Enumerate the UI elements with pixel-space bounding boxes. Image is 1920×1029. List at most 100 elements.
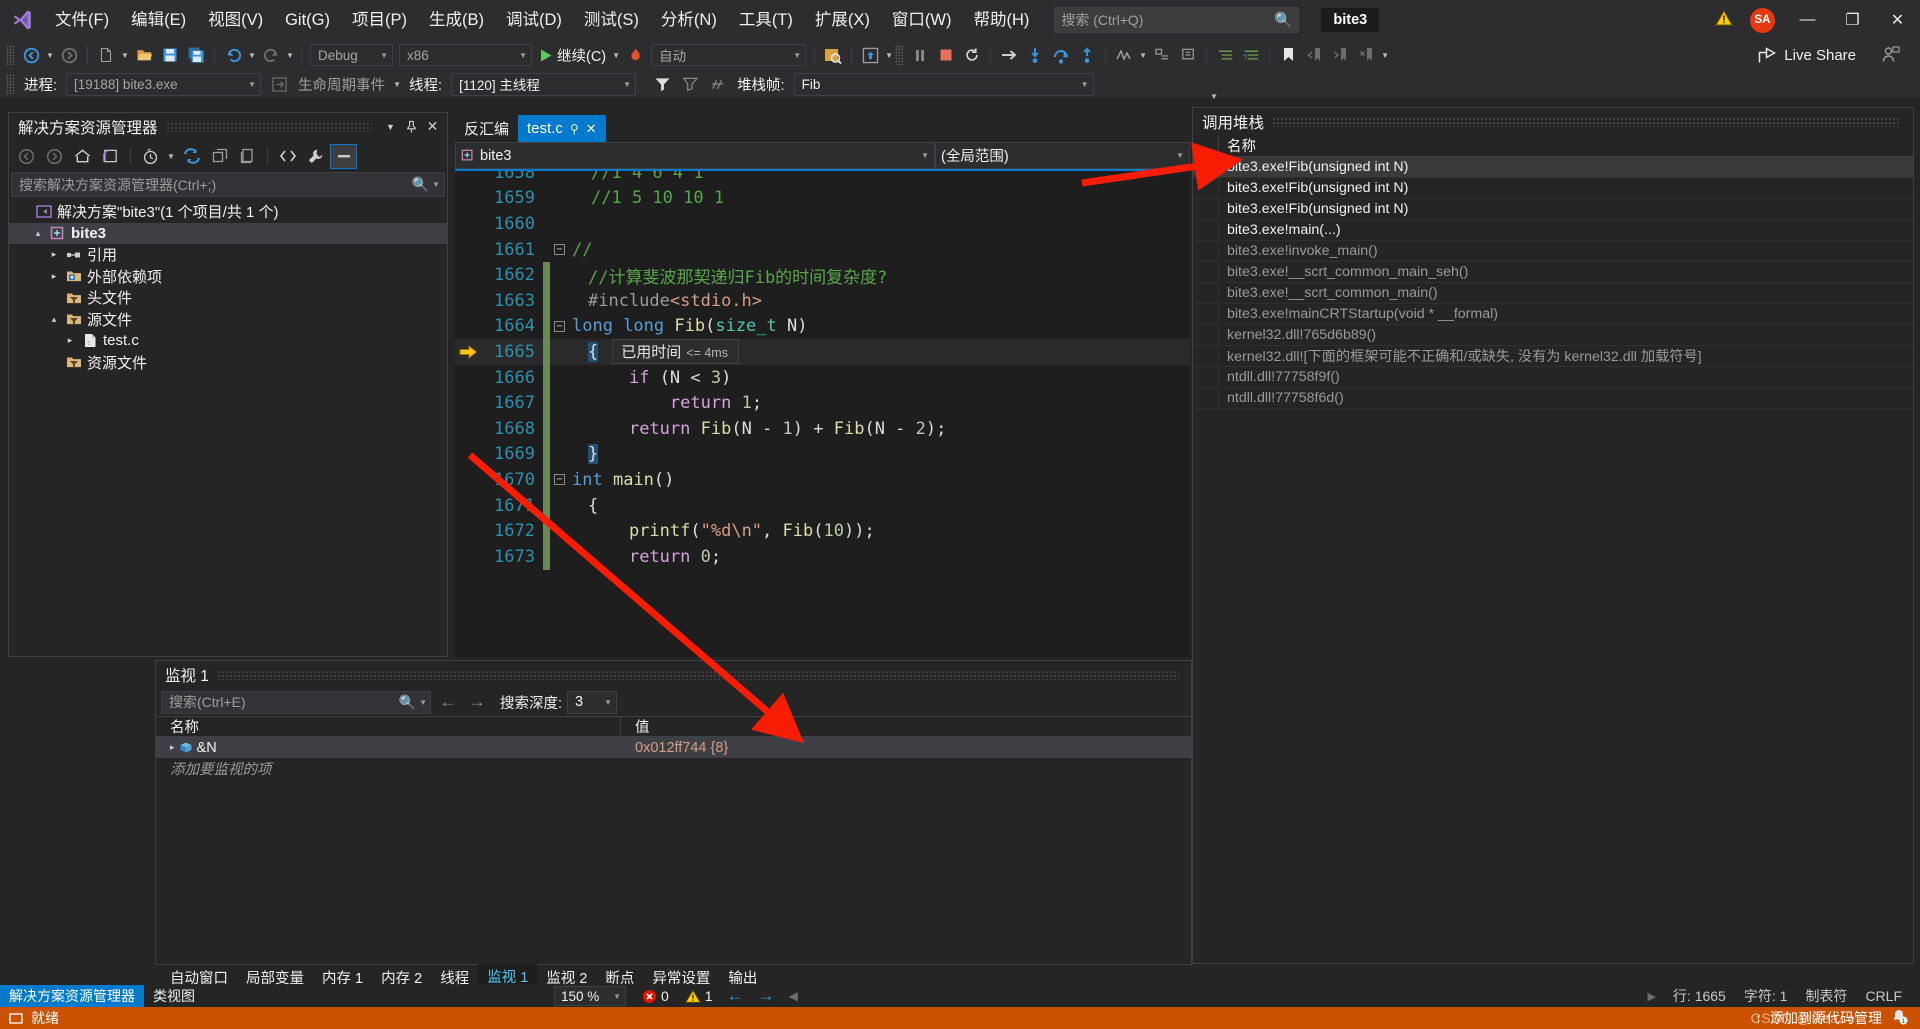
tree-item-header-files[interactable]: 头文件 [9,287,447,309]
refresh-icon[interactable] [178,144,205,169]
live-visual-tree-icon[interactable] [857,43,883,67]
solution-platform-combo[interactable]: x86 ▼ [399,44,532,66]
collapse-box-icon[interactable]: − [554,474,565,486]
toggle-outline-icon[interactable] [1149,43,1175,67]
watch-value-cell[interactable]: 0x012ff744 {8} [621,740,728,756]
pin-icon[interactable] [401,116,422,138]
close-icon[interactable]: ✕ [586,121,597,137]
solution-explorer-search-input[interactable]: 搜索解决方案资源管理器(Ctrl+;) 🔍 ▼ [11,172,445,197]
lifecycle-events-icon[interactable] [266,72,292,96]
comment-selection-icon[interactable] [1175,43,1201,67]
menu-extensions[interactable]: 扩展(X) [804,0,881,40]
code-line[interactable]: 1670 − int main() [455,467,1190,493]
menu-debug[interactable]: 调试(D) [495,0,573,40]
menu-build[interactable]: 生成(B) [418,0,495,40]
twisty[interactable]: ▸ [45,249,63,260]
call-stack-row[interactable]: ntdll.dll!77758f9f() [1193,367,1913,388]
menu-tools[interactable]: 工具(T) [728,0,804,40]
continue-dropdown-icon[interactable]: ▼ [610,43,622,67]
twisty[interactable]: ▴ [29,228,47,239]
code-line[interactable]: 1667 return 1; [455,390,1190,416]
undo-dropdown-icon[interactable]: ▼ [246,43,258,67]
collapse-status-icon[interactable]: ◀ [789,989,798,1003]
warning-triangle-icon[interactable] [1714,8,1734,33]
increase-indent-icon[interactable] [1212,43,1238,67]
live-visual-tree-dropdown-icon[interactable]: ▼ [883,43,895,67]
menu-edit[interactable]: 编辑(E) [120,0,197,40]
decrease-indent-icon[interactable]: ? [1238,43,1264,67]
preview-selected-items-icon[interactable] [330,143,357,169]
tab-solution-explorer[interactable]: 解决方案资源管理器 [0,985,144,1007]
previous-error-icon[interactable]: ← [727,986,744,1006]
menu-git[interactable]: Git(G) [274,0,341,40]
tree-item-references[interactable]: ▸ 引用 [9,244,447,266]
code-line[interactable]: 1664 − long long Fib(size_t N) [455,313,1190,340]
filter-threads-icon[interactable] [649,72,675,96]
code-line[interactable]: 1663 #include<stdio.h> [455,287,1190,314]
tab-class-view[interactable]: 类视图 [144,985,204,1007]
tree-item-resource-files[interactable]: 资源文件 [9,352,447,374]
step-out-icon[interactable] [1074,43,1100,67]
tab-test-c[interactable]: test.c ⚲ ✕ [518,115,606,142]
pin-icon[interactable]: ⚲ [570,122,579,136]
panel-drag-dots[interactable] [1272,116,1901,127]
code-editor[interactable]: 1658 //1 4 6 4 1 1659 //1 5 10 10 1 1660 [455,169,1190,657]
menu-test[interactable]: 测试(S) [573,0,650,40]
collapse-box-icon[interactable]: − [554,320,565,332]
debugbar-overflow-icon[interactable]: ▼ [1208,84,1220,108]
call-stack-row[interactable]: bite3.exe!main(...) [1193,220,1913,241]
code-line[interactable]: 1671 { [455,492,1190,519]
save-all-icon[interactable] [183,43,209,67]
zoom-combo[interactable]: 150 % ▼ [554,986,626,1006]
process-combo[interactable]: [19188] bite3.exe ▼ [66,72,262,96]
restart-icon[interactable] [959,43,985,67]
call-stack-row[interactable]: bite3.exe!Fib(unsigned int N) [1193,178,1913,199]
global-search-input[interactable]: 搜索 (Ctrl+Q) 🔍 [1054,7,1300,33]
call-stack-row[interactable]: kernel32.dll![下面的框架可能不正确和/或缺失, 没有为 kerne… [1193,346,1913,367]
live-share-button[interactable]: Live Share [1758,47,1856,64]
next-bookmark-icon[interactable] [1327,43,1353,67]
code-line[interactable]: 1668 return Fib(N - 1) + Fib(N - 2); [455,415,1190,442]
pending-changes-icon[interactable] [137,144,164,169]
navigate-backward-dropdown-icon[interactable]: ▼ [44,43,56,67]
properties-icon[interactable] [302,144,329,169]
panel-drag-dots[interactable] [165,121,372,132]
watch-search-input[interactable]: 搜索(Ctrl+E) 🔍 ▼ [161,690,431,714]
tab-disassembly[interactable]: 反汇编 [455,115,518,142]
forward-icon[interactable] [41,144,68,169]
search-depth-combo[interactable]: 3 ▼ [567,690,618,714]
diagnostics-dropdown-icon[interactable]: ▼ [1137,43,1149,67]
nav-project-combo[interactable]: bite3 ▼ [455,142,935,169]
view-code-icon[interactable] [274,144,301,169]
break-all-icon[interactable] [907,43,933,67]
twisty[interactable]: ▸ [45,271,63,282]
feedback-icon[interactable] [1878,43,1904,67]
clear-bookmarks-icon[interactable] [1353,43,1379,67]
call-stack-row[interactable]: ntdll.dll!77758f6d() [1193,388,1913,409]
attach-to-process-icon[interactable] [820,43,846,67]
fold-gutter[interactable]: − [550,320,569,332]
code-line[interactable]: 1660 [455,211,1190,237]
debug-target-combo[interactable]: 自动 ▼ [651,44,807,66]
call-stack-row[interactable]: bite3.exe!mainCRTStartup(void * __formal… [1193,304,1913,325]
notification-bell-icon[interactable]: 1 [1890,1008,1908,1029]
lifecycle-dropdown-icon[interactable]: ▼ [391,72,403,96]
avatar[interactable]: SA [1750,7,1775,33]
code-line[interactable]: 1661 − // [455,237,1190,263]
menu-window[interactable]: 窗口(W) [881,0,963,40]
navigate-forward-icon[interactable] [56,43,82,67]
code-line[interactable]: 1666 if (N < 3) [455,364,1190,391]
show-all-files-icon[interactable] [234,144,261,169]
solution-configuration-combo[interactable]: Debug ▼ [310,44,393,66]
continue-button[interactable]: 继续(C) [535,43,610,67]
collapse-all-icon[interactable] [206,144,233,169]
menu-project[interactable]: 项目(P) [341,0,418,40]
menu-file[interactable]: 文件(F) [44,0,120,40]
step-into-icon[interactable] [1022,43,1048,67]
warning-count-chip[interactable]: 1 [684,988,713,1004]
home-icon[interactable] [69,144,96,169]
toggle-bookmark-icon[interactable] [1275,43,1301,67]
nav-scope-combo[interactable]: (全局范围) ▼ [935,142,1190,169]
pending-changes-dropdown-icon[interactable]: ▼ [165,144,177,168]
code-line[interactable]: 1658 //1 4 6 4 1 [455,171,1190,186]
